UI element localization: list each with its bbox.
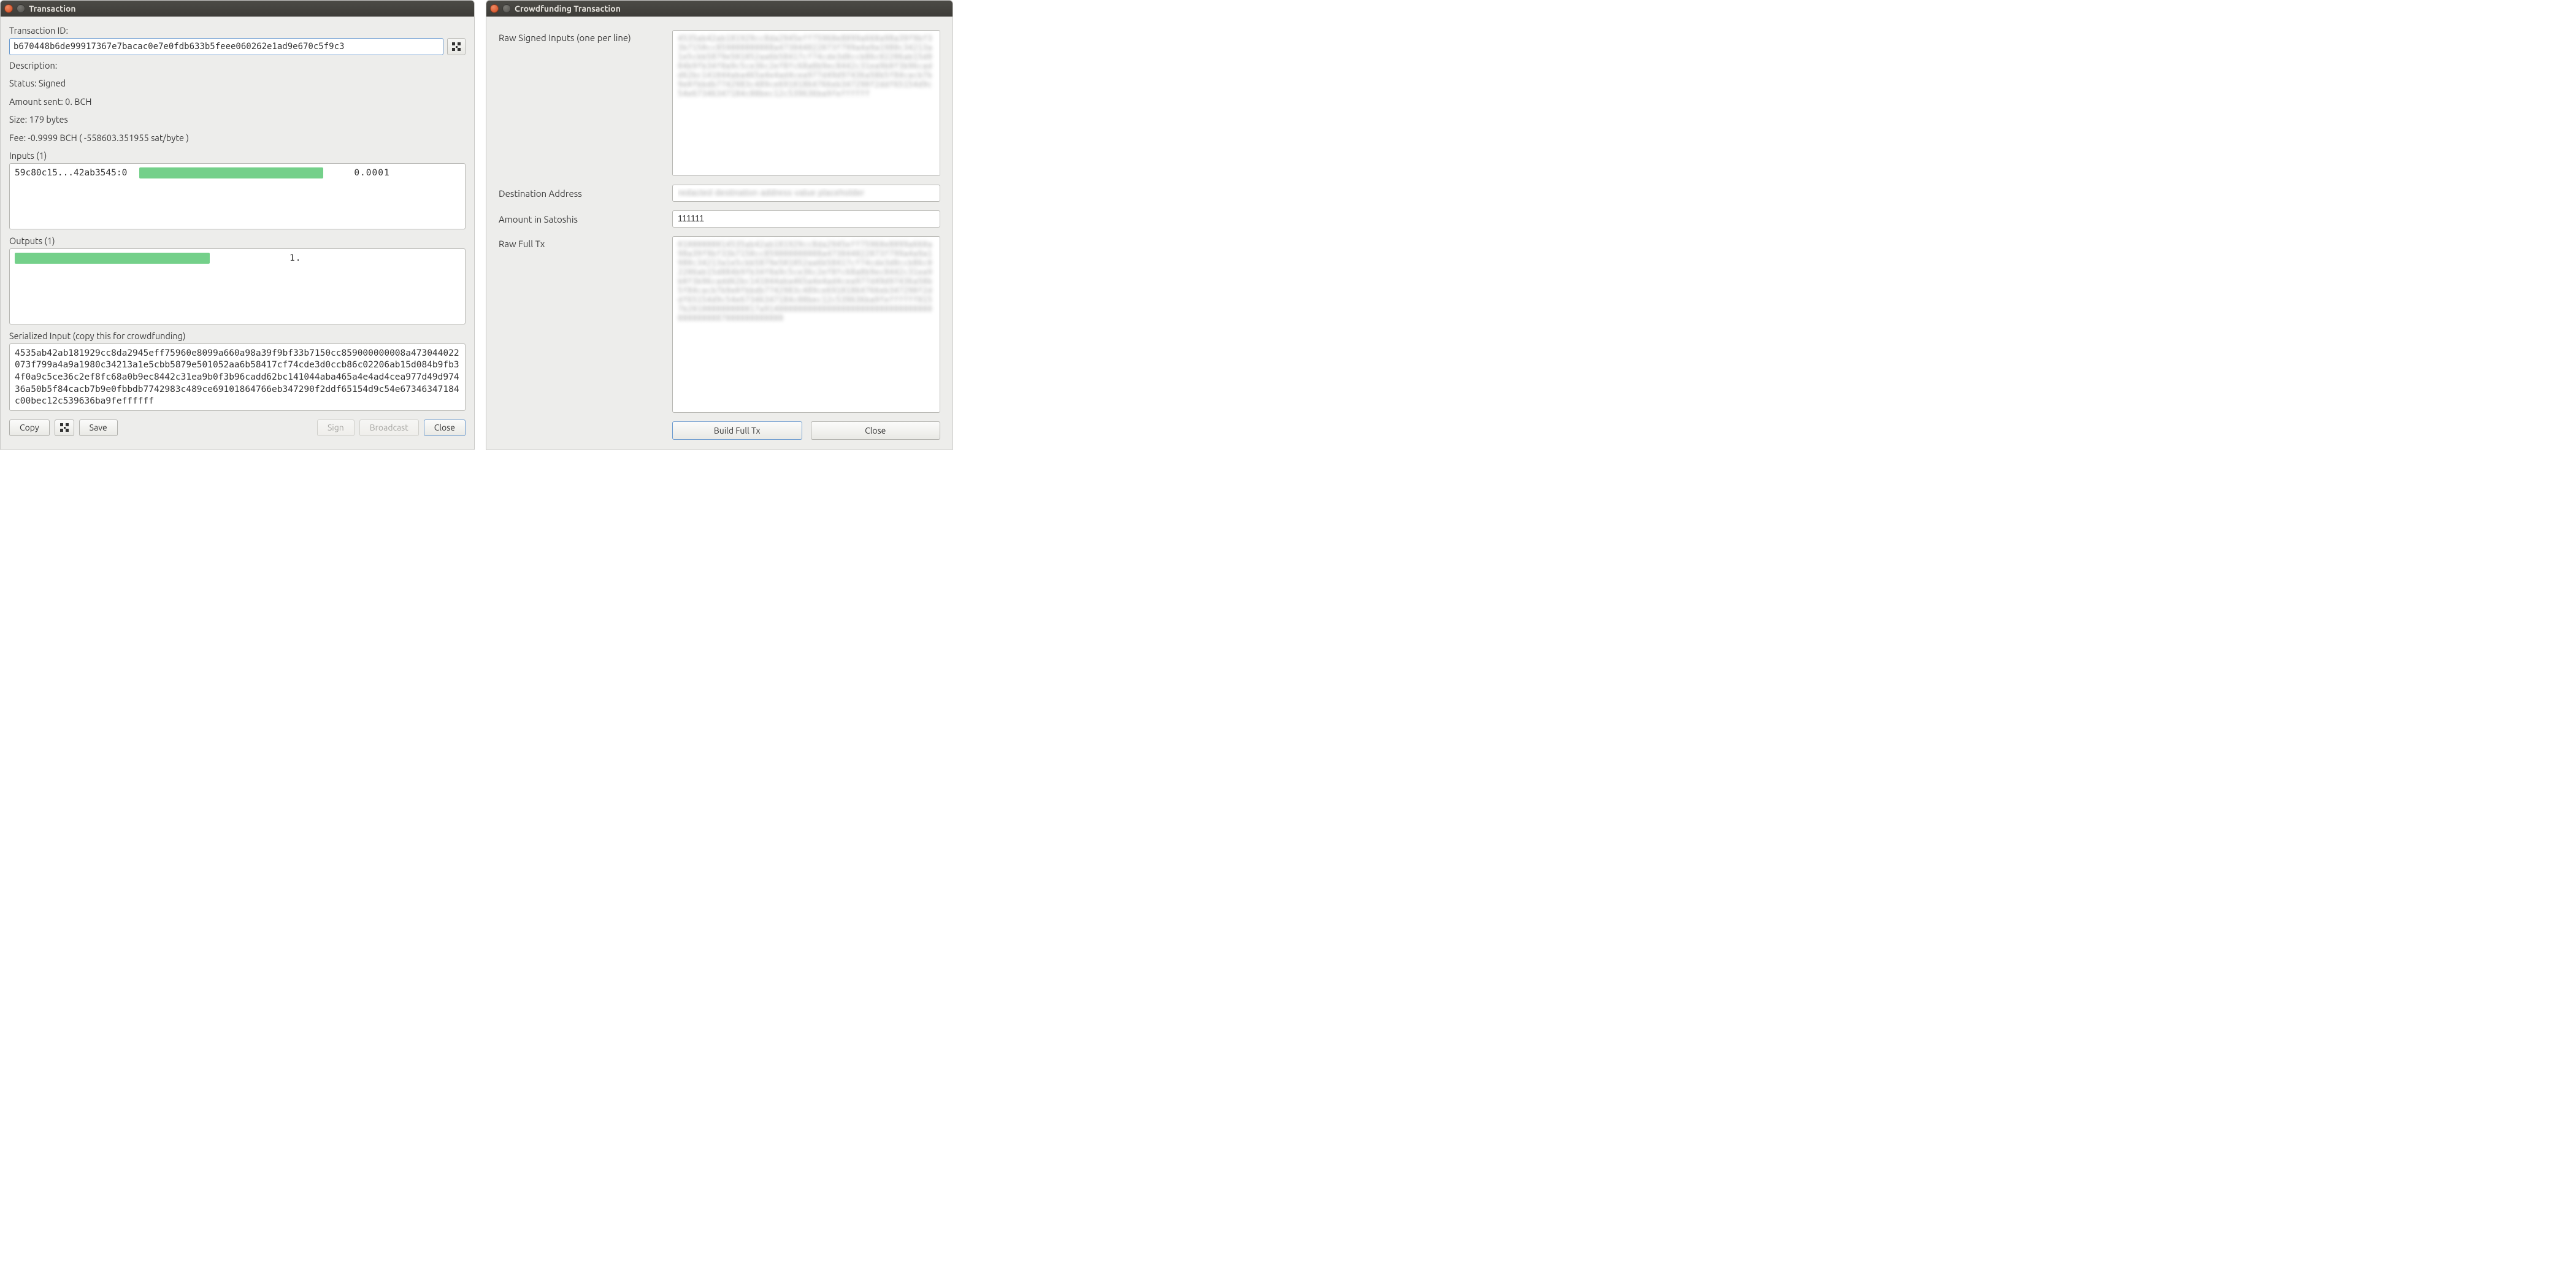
- window-title: Crowdfunding Transaction: [515, 4, 621, 13]
- txid-label: Transaction ID:: [9, 25, 466, 36]
- outputs-list[interactable]: 1.: [9, 248, 466, 324]
- output-row[interactable]: 1.: [15, 253, 460, 264]
- qr-icon: [60, 423, 69, 432]
- save-button[interactable]: Save: [79, 420, 118, 436]
- raw-full-tx-textarea[interactable]: 01000000014535ab42ab181929cc8da2945eff75…: [672, 236, 940, 413]
- output-amount: 1.: [289, 253, 301, 263]
- serialized-input-box[interactable]: 4535ab42ab181929cc8da2945eff75960e8099a6…: [9, 343, 466, 411]
- transaction-window: Transaction Transaction ID: Description:…: [0, 0, 475, 450]
- destination-address-label: Destination Address: [499, 188, 661, 199]
- raw-full-tx-label: Raw Full Tx: [499, 236, 661, 249]
- inputs-list[interactable]: 59c80c15...42ab3545:0 0.0001: [9, 163, 466, 229]
- input-outpoint: 59c80c15...42ab3545:0: [15, 168, 127, 178]
- input-row[interactable]: 59c80c15...42ab3545:0 0.0001: [15, 167, 460, 178]
- window-close-icon[interactable]: [4, 4, 13, 13]
- raw-signed-label: Raw Signed Inputs (one per line): [499, 30, 661, 43]
- amount-sent-label: Amount sent: 0. BCH: [9, 94, 466, 109]
- window-minimize-icon[interactable]: [17, 4, 25, 13]
- amount-satoshis-input[interactable]: [672, 210, 940, 228]
- window-close-icon[interactable]: [490, 4, 499, 13]
- status-label: Status: Signed: [9, 75, 466, 91]
- broadcast-button: Broadcast: [359, 420, 419, 436]
- qr-icon: [452, 42, 461, 51]
- inputs-header: Inputs (1): [9, 150, 466, 161]
- txid-input[interactable]: [9, 38, 443, 55]
- titlebar[interactable]: Transaction: [1, 1, 474, 17]
- close-button[interactable]: Close: [811, 421, 941, 440]
- titlebar[interactable]: Crowdfunding Transaction: [486, 1, 953, 17]
- serialized-label: Serialized Input (copy this for crowdfun…: [9, 331, 466, 341]
- output-address-redacted: [15, 253, 210, 264]
- input-address-redacted: [139, 167, 323, 178]
- copy-button[interactable]: Copy: [9, 420, 50, 436]
- sign-button: Sign: [317, 420, 355, 436]
- description-label: Description:: [9, 58, 466, 73]
- qr-button-bottom[interactable]: [55, 420, 74, 436]
- close-button[interactable]: Close: [424, 420, 466, 436]
- build-full-tx-button[interactable]: Build Full Tx: [672, 421, 802, 440]
- window-minimize-icon[interactable]: [502, 4, 511, 13]
- window-title: Transaction: [29, 4, 76, 13]
- right-button-row: Build Full Tx Close: [672, 421, 940, 440]
- outputs-header: Outputs (1): [9, 236, 466, 246]
- fee-label: Fee: -0.9999 BCH ( -558603.351955 sat/by…: [9, 130, 466, 145]
- input-amount: 0.0001: [354, 168, 389, 178]
- crowdfunding-window: Crowdfunding Transaction Raw Signed Inpu…: [486, 0, 953, 450]
- size-label: Size: 179 bytes: [9, 112, 466, 127]
- destination-address-input[interactable]: [672, 185, 940, 202]
- raw-signed-inputs-textarea[interactable]: 4535ab42ab181929cc8da2945eff75960e8099a6…: [672, 30, 940, 176]
- button-row: Copy Save Sign Broadcast Close: [9, 420, 466, 436]
- serialized-hex: 4535ab42ab181929cc8da2945eff75960e8099a6…: [15, 348, 459, 406]
- qr-button[interactable]: [447, 38, 466, 55]
- amount-satoshis-label: Amount in Satoshis: [499, 214, 661, 224]
